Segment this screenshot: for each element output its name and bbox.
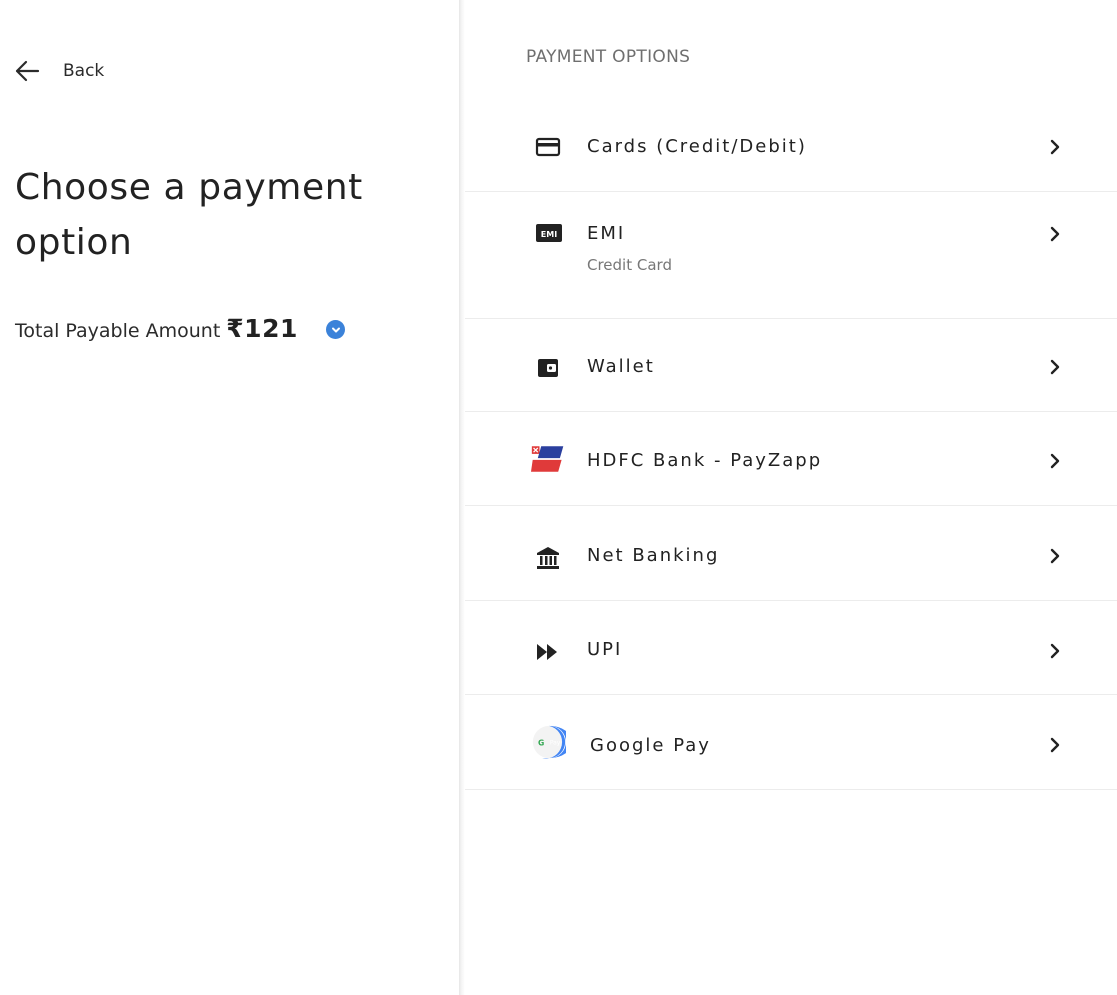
option-upi[interactable]: UPI (465, 601, 1117, 695)
svg-text:G: G (538, 738, 544, 747)
chevron-right-icon (1050, 548, 1060, 564)
payzapp-logo (531, 442, 565, 476)
back-label: Back (63, 61, 105, 81)
left-panel: Back Choose a payment option Total Payab… (0, 0, 461, 995)
section-title: PAYMENT OPTIONS (526, 47, 691, 67)
payment-options-list: Cards (Credit/Debit) EMI EMI Credit Card… (465, 100, 1117, 790)
total-label: Total Payable Amount (15, 320, 221, 342)
page-title: Choose a payment option (15, 167, 363, 263)
chevron-down-icon (331, 327, 340, 332)
option-wallet[interactable]: Wallet (465, 319, 1117, 412)
option-cards[interactable]: Cards (Credit/Debit) (465, 100, 1117, 192)
option-emi[interactable]: EMI EMI Credit Card (465, 192, 1117, 319)
right-panel: PAYMENT OPTIONS Cards (Credit/Debit) EMI… (465, 0, 1117, 995)
option-label: Net Banking (587, 545, 720, 566)
svg-text:EMI: EMI (541, 230, 557, 239)
total-payable: Total Payable Amount ₹121 (15, 314, 298, 343)
option-label: Google Pay (590, 735, 711, 756)
upi-icon (535, 635, 569, 669)
chevron-right-icon (1050, 453, 1060, 469)
option-sublabel: Credit Card (587, 256, 672, 274)
chevron-right-icon (1050, 226, 1060, 242)
chevron-right-icon (1050, 359, 1060, 375)
google-pay-icon: G Pay (532, 725, 566, 759)
chevron-right-icon (1050, 643, 1060, 659)
back-button[interactable]: Back (13, 56, 104, 86)
option-label: UPI (587, 639, 623, 660)
option-label: EMI (587, 223, 626, 244)
amount-details-toggle[interactable] (326, 320, 345, 339)
option-label: HDFC Bank - PayZapp (587, 450, 823, 471)
option-label: Wallet (587, 356, 655, 377)
bank-icon (535, 541, 569, 575)
wallet-icon (535, 351, 569, 385)
option-label: Cards (Credit/Debit) (587, 136, 807, 157)
option-net-banking[interactable]: Net Banking (465, 506, 1117, 601)
option-google-pay[interactable]: G Pay Google Pay (465, 695, 1117, 790)
option-payzapp[interactable]: HDFC Bank - PayZapp (465, 412, 1117, 506)
chevron-right-icon (1050, 737, 1060, 753)
emi-icon: EMI (535, 216, 569, 250)
chevron-right-icon (1050, 139, 1060, 155)
arrow-left-icon (15, 60, 40, 82)
svg-text:Pay: Pay (550, 740, 561, 747)
total-amount: ₹121 (226, 314, 298, 343)
credit-card-icon (535, 130, 569, 164)
